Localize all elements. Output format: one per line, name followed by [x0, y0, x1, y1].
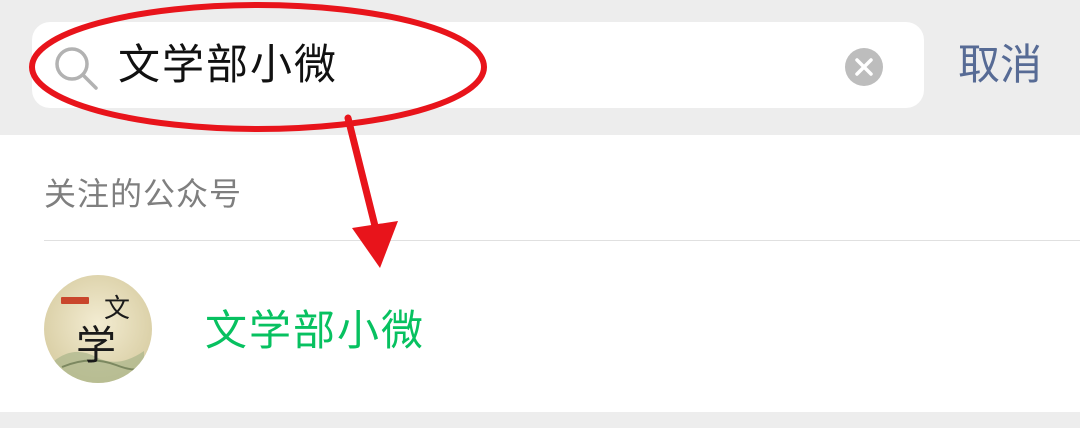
avatar-text-top: 文 — [104, 294, 130, 324]
cancel-button[interactable]: 取消 — [958, 22, 1042, 108]
search-box[interactable]: 文学部小微 — [32, 22, 924, 108]
search-input[interactable]: 文学部小微 — [118, 22, 338, 108]
section-header: 关注的公众号 — [44, 175, 243, 213]
search-bar: 文学部小微 取消 — [0, 0, 1080, 135]
bottom-band — [0, 412, 1080, 428]
avatar-image: 文 学 — [44, 275, 152, 383]
clear-icon[interactable] — [845, 48, 883, 86]
search-icon — [55, 47, 98, 90]
search-results: 关注的公众号 文 学 文学部小微 — [0, 135, 1080, 412]
result-name: 文学部小微 — [205, 306, 426, 355]
avatar-text-bottom: 学 — [76, 323, 116, 369]
avatar: 文 学 — [44, 275, 152, 383]
list-item[interactable]: 文 学 文学部小微 — [0, 241, 1080, 412]
